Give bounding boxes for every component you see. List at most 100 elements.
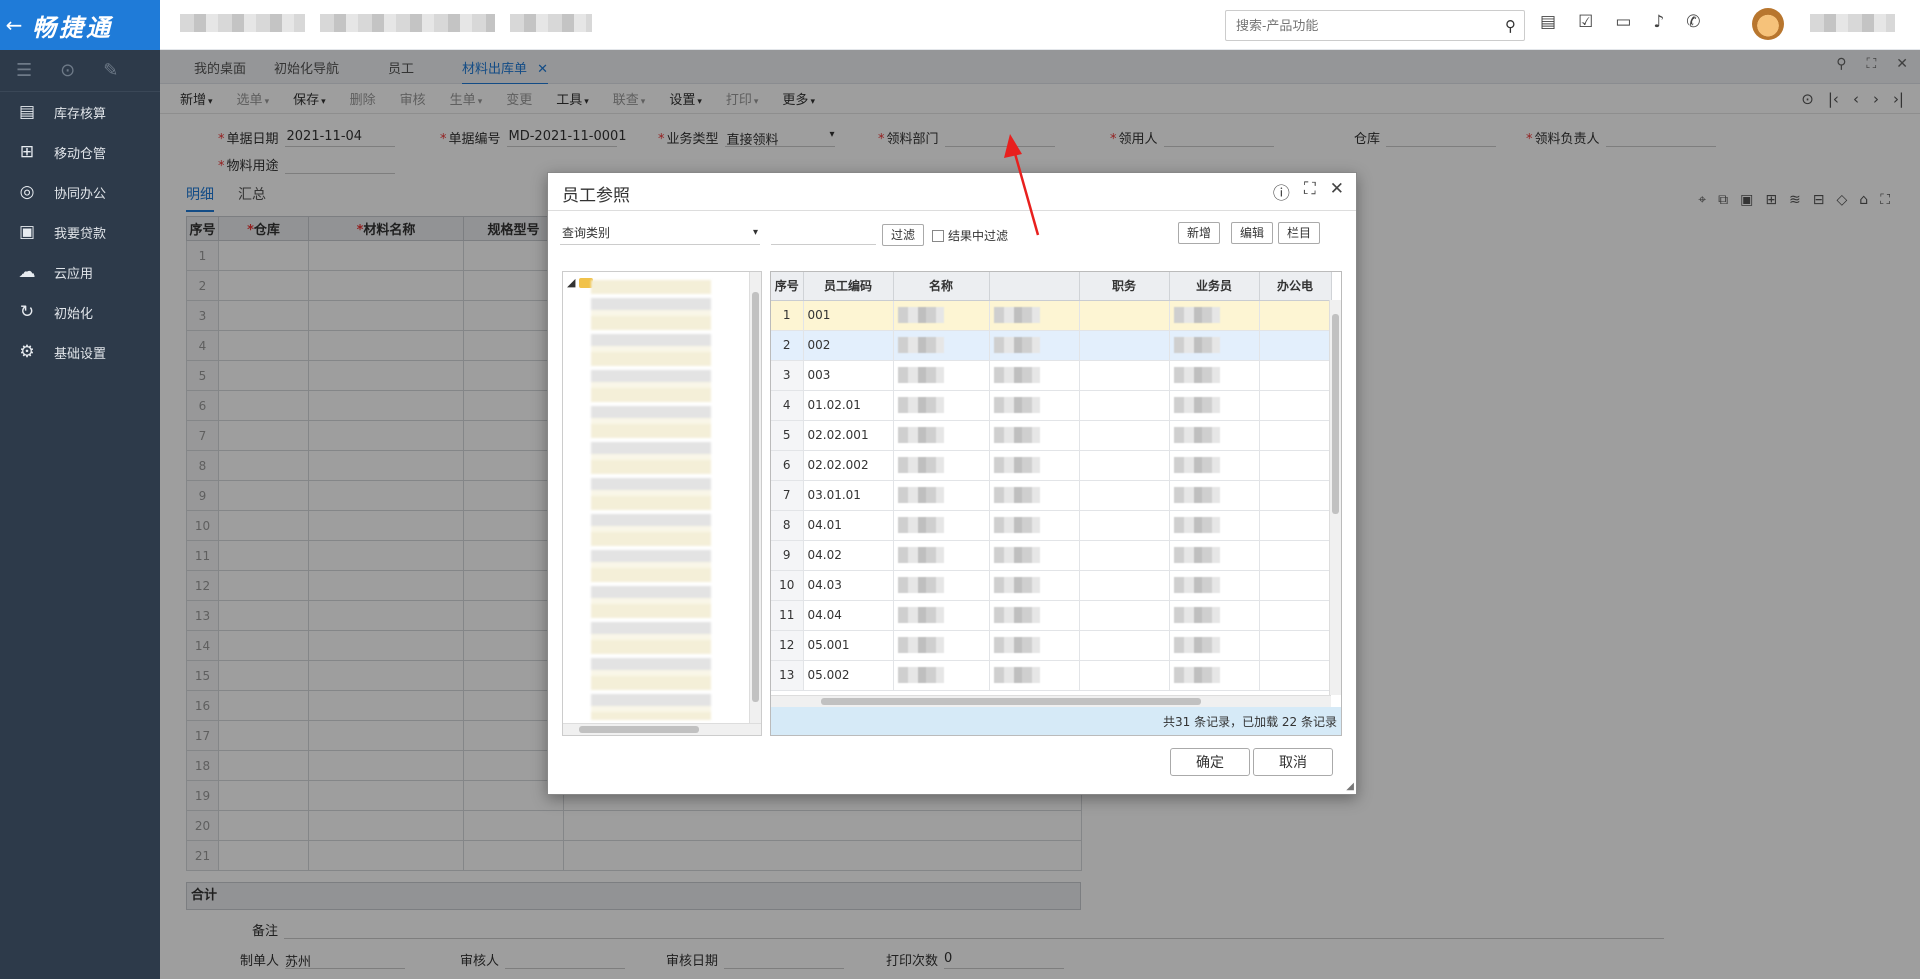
employee-code[interactable]: 03.01.01 (803, 480, 894, 511)
employee-cell[interactable] (1259, 390, 1332, 421)
redacted-cell[interactable] (893, 480, 990, 511)
redacted-cell[interactable] (989, 360, 1080, 391)
employee-cell[interactable] (1259, 330, 1332, 361)
employee-cell[interactable] (1079, 540, 1170, 571)
employee-cell[interactable] (1079, 570, 1170, 601)
username-redacted[interactable] (1810, 14, 1895, 32)
redacted-cell[interactable] (893, 360, 990, 391)
redacted-cell[interactable] (989, 390, 1080, 421)
employee-cell[interactable] (1079, 510, 1170, 541)
redacted-cell[interactable] (1169, 420, 1260, 451)
keyword-input[interactable] (771, 223, 876, 245)
employee-row[interactable]: 10 04.03 (771, 570, 1332, 601)
sidebar-item-initialize[interactable]: ↻ 初始化 (0, 292, 160, 332)
scroll-thumb[interactable] (752, 292, 759, 702)
employee-code[interactable]: 003 (803, 360, 894, 391)
redacted-cell[interactable] (989, 330, 1080, 361)
employee-cell[interactable] (1259, 450, 1332, 481)
col-header-redacted[interactable] (989, 272, 1080, 301)
cancel-button[interactable]: 取消 (1253, 748, 1333, 776)
redacted-cell[interactable] (893, 570, 990, 601)
columns-button[interactable]: 栏目 (1278, 222, 1321, 244)
redacted-cell[interactable] (1169, 630, 1260, 661)
redacted-cell[interactable] (893, 660, 990, 691)
back-arrow-icon[interactable]: ← (2, 13, 26, 37)
redacted-cell[interactable] (989, 420, 1080, 451)
edit-icon[interactable]: ✎ (103, 60, 118, 81)
redacted-cell[interactable] (1169, 450, 1260, 481)
sidebar-item-collaboration[interactable]: ◎ 协同办公 (0, 172, 160, 212)
redacted-cell[interactable] (1169, 570, 1260, 601)
employee-vertical-scrollbar[interactable] (1329, 300, 1341, 695)
menu-icon[interactable]: ☰ (16, 60, 32, 81)
col-header-office-phone[interactable]: 办公电 (1259, 272, 1332, 301)
confirm-button[interactable]: 确定 (1170, 748, 1250, 776)
phone-icon[interactable]: ✆ (1686, 12, 1700, 32)
redacted-cell[interactable] (1169, 540, 1260, 571)
redacted-cell[interactable] (989, 600, 1080, 631)
redacted-cell[interactable] (893, 300, 990, 331)
redacted-cell[interactable] (1169, 480, 1260, 511)
employee-horizontal-scrollbar[interactable] (771, 695, 1331, 707)
col-header-code[interactable]: 员工编码 (803, 272, 894, 301)
employee-code[interactable]: 04.04 (803, 600, 894, 631)
search-icon[interactable]: ⚲ (1505, 17, 1516, 35)
employee-cell[interactable] (1259, 570, 1332, 601)
collapse-icon[interactable]: ◢ (567, 276, 575, 289)
redacted-cell[interactable] (893, 450, 990, 481)
redacted-cell[interactable] (893, 630, 990, 661)
redacted-cell[interactable] (1169, 300, 1260, 331)
edit-employee-button[interactable]: 编辑 (1231, 222, 1274, 244)
help-icon[interactable]: ⓘ (1273, 179, 1290, 204)
redacted-cell[interactable] (893, 390, 990, 421)
redacted-cell[interactable] (1169, 390, 1260, 421)
scroll-thumb[interactable] (821, 698, 1201, 705)
top-search[interactable]: ⚲ (1225, 10, 1525, 41)
employee-cell[interactable] (1079, 300, 1170, 331)
filter-button[interactable]: 过滤 (882, 224, 925, 246)
employee-cell[interactable] (1259, 300, 1332, 331)
query-category-select[interactable]: 查询类别 ▾ (560, 223, 760, 245)
checkbox-box[interactable] (932, 229, 944, 242)
redacted-cell[interactable] (989, 480, 1080, 511)
employee-code[interactable]: 01.02.01 (803, 390, 894, 421)
employee-row[interactable]: 2 002 (771, 330, 1332, 361)
avatar[interactable] (1752, 8, 1784, 40)
redacted-cell[interactable] (1169, 510, 1260, 541)
maximize-icon[interactable]: ⛶ (1304, 179, 1316, 204)
redacted-cell[interactable] (989, 450, 1080, 481)
sidebar-item-basic-settings[interactable]: ⚙ 基础设置 (0, 332, 160, 372)
employee-cell[interactable] (1259, 630, 1332, 661)
col-header-salesperson[interactable]: 业务员 (1169, 272, 1260, 301)
close-icon[interactable]: ✕ (1330, 179, 1344, 204)
employee-code[interactable]: 05.002 (803, 660, 894, 691)
employee-code[interactable]: 02.02.002 (803, 450, 894, 481)
employee-row[interactable]: 3 003 (771, 360, 1332, 391)
employee-cell[interactable] (1079, 450, 1170, 481)
department-tree[interactable]: ◢ (562, 271, 762, 736)
employee-row[interactable]: 7 03.01.01 (771, 480, 1332, 511)
employee-cell[interactable] (1079, 360, 1170, 391)
employee-cell[interactable] (1079, 480, 1170, 511)
tree-root-node[interactable]: ◢ (567, 276, 594, 289)
employee-cell[interactable] (1079, 630, 1170, 661)
tree-vertical-scrollbar[interactable] (749, 272, 761, 735)
employee-cell[interactable] (1259, 600, 1332, 631)
employee-code[interactable]: 05.001 (803, 630, 894, 661)
redacted-cell[interactable] (893, 330, 990, 361)
employee-cell[interactable] (1259, 360, 1332, 391)
sidebar-item-cloud-apps[interactable]: ☁ 云应用 (0, 252, 160, 292)
redacted-cell[interactable] (893, 510, 990, 541)
employee-code[interactable]: 04.01 (803, 510, 894, 541)
employee-cell[interactable] (1259, 510, 1332, 541)
redacted-cell[interactable] (989, 630, 1080, 661)
employee-cell[interactable] (1259, 540, 1332, 571)
bell-icon[interactable]: ♪ (1653, 12, 1664, 32)
employee-code[interactable]: 04.03 (803, 570, 894, 601)
employee-cell[interactable] (1259, 480, 1332, 511)
employee-row[interactable]: 12 05.001 (771, 630, 1332, 661)
scroll-thumb[interactable] (1332, 314, 1339, 514)
col-header-title[interactable]: 职务 (1079, 272, 1170, 301)
search-icon[interactable]: ⊙ (60, 60, 75, 81)
redacted-cell[interactable] (989, 540, 1080, 571)
